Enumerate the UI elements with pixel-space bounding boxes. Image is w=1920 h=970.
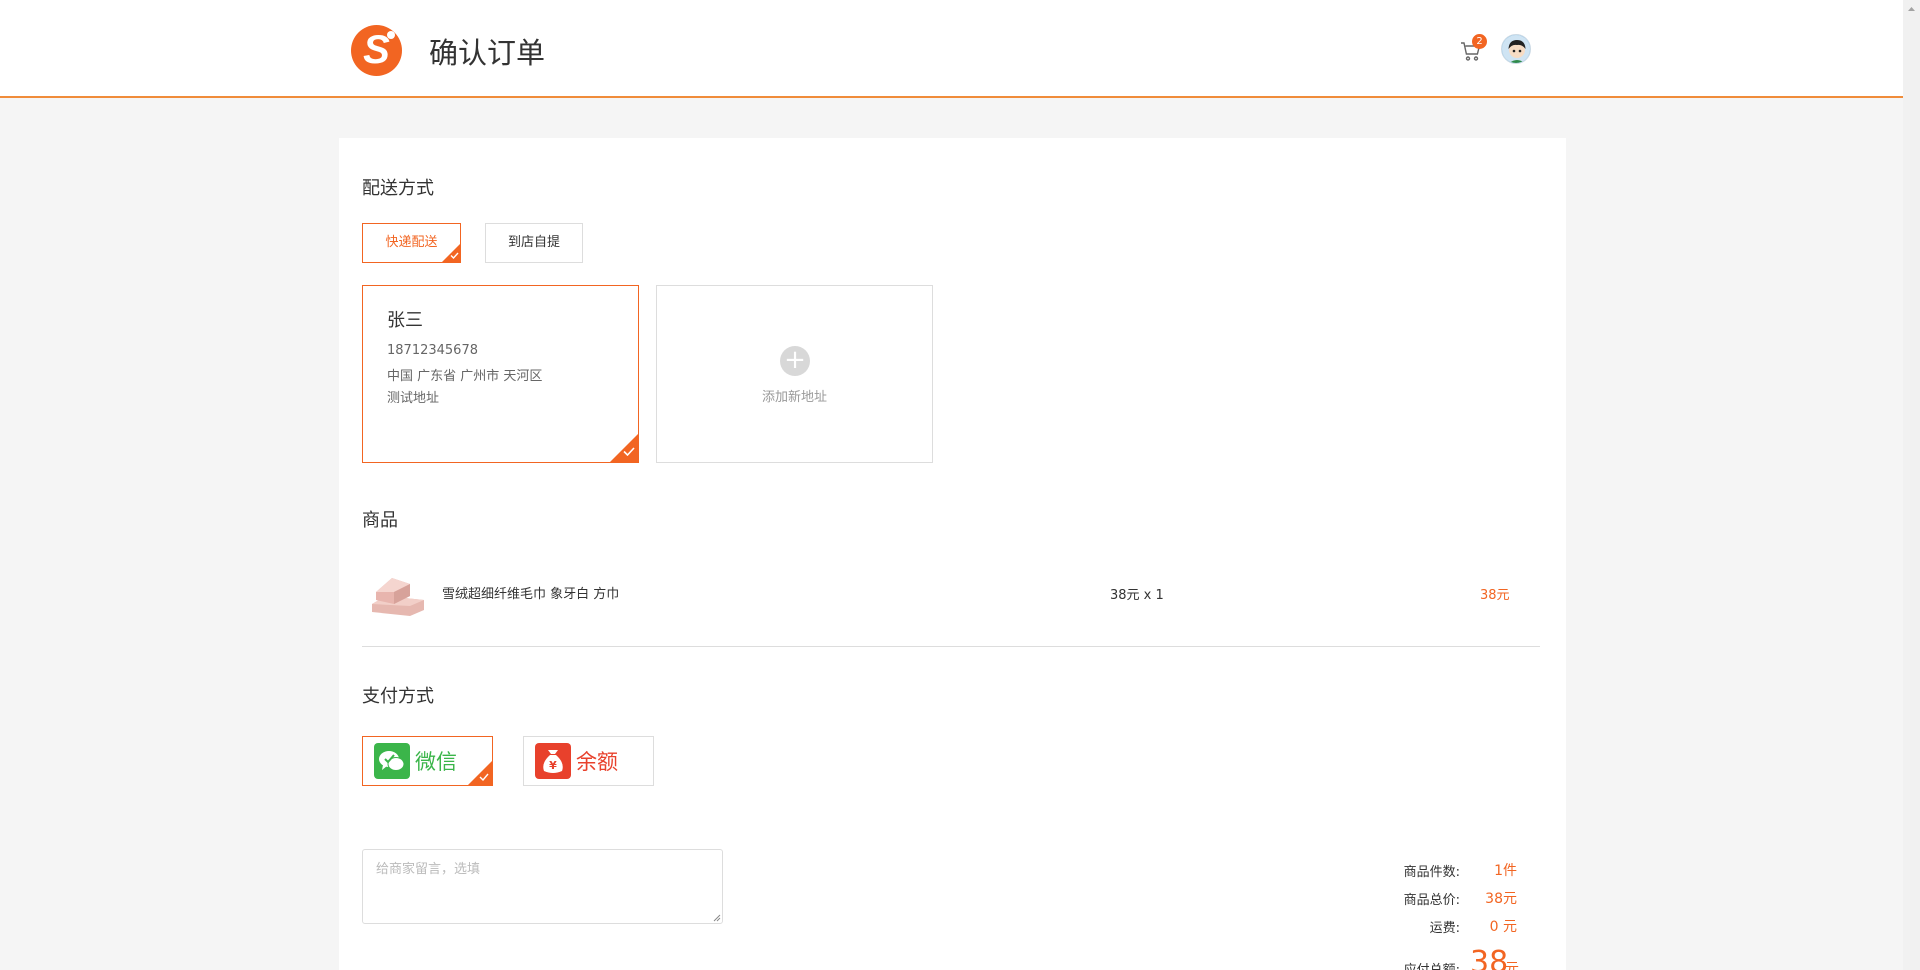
summary-payable-unit: 元 xyxy=(1505,961,1519,970)
add-address-label: 添加新地址 xyxy=(761,390,827,405)
delivery-option-label: 快递配送 xyxy=(385,235,438,250)
product-name: 雪绒超细纤维毛巾 象牙白 方巾 xyxy=(442,587,620,602)
address-detail: 测试地址 xyxy=(387,391,440,406)
svg-text:¥: ¥ xyxy=(549,759,557,772)
summary-count-value: 1件 xyxy=(1494,863,1517,879)
selected-corner xyxy=(468,761,492,785)
address-card-selected[interactable]: 张三 18712345678 中国 广东省 广州市 天河区 测试地址 xyxy=(362,285,639,463)
payment-option-balance[interactable]: ¥ 余额 xyxy=(523,736,654,786)
avatar-icon xyxy=(1502,35,1530,63)
payment-option-wechat[interactable]: 微信 xyxy=(362,736,493,786)
payment-section-title: 支付方式 xyxy=(362,686,434,707)
address-name: 张三 xyxy=(387,310,423,331)
check-icon xyxy=(479,773,489,781)
brand-logo[interactable]: S xyxy=(351,25,402,76)
user-avatar[interactable] xyxy=(1501,34,1531,64)
product-price-qty: 38元 x 1 xyxy=(1110,588,1164,603)
payment-label: 余额 xyxy=(576,750,618,774)
delivery-section-title: 配送方式 xyxy=(362,178,434,199)
page-title: 确认订单 xyxy=(429,36,546,70)
delivery-option-express[interactable]: 快递配送 xyxy=(362,223,461,263)
top-header: S 确认订单 2 xyxy=(0,0,1903,98)
selected-corner xyxy=(610,434,638,462)
delivery-option-label: 到店自提 xyxy=(507,235,560,250)
product-row: 雪绒超细纤维毛巾 象牙白 方巾 38元 x 1 38元 xyxy=(362,560,1540,647)
summary-payable-label: 应付总额: xyxy=(1340,959,1460,970)
selected-corner xyxy=(442,244,460,262)
vertical-scrollbar[interactable] xyxy=(1903,0,1920,970)
product-thumbnail xyxy=(366,566,430,620)
product-subtotal: 38元 xyxy=(1480,588,1510,603)
check-icon xyxy=(450,252,459,259)
cart-count-badge: 2 xyxy=(1472,34,1487,49)
wechat-icon xyxy=(374,743,410,779)
remark-textarea[interactable] xyxy=(362,849,723,924)
money-bag-icon: ¥ xyxy=(535,743,571,779)
summary-price-value: 38元 xyxy=(1485,891,1517,907)
add-address-card[interactable]: + 添加新地址 xyxy=(656,285,933,463)
plus-icon: + xyxy=(780,346,810,376)
logo-dot xyxy=(387,31,395,39)
address-region: 中国 广东省 广州市 天河区 xyxy=(387,369,543,384)
products-section-title: 商品 xyxy=(362,510,398,531)
summary-payable-value: 38 xyxy=(1470,945,1509,970)
resize-grip-icon[interactable] xyxy=(712,913,721,922)
scroll-up-arrow-icon[interactable] xyxy=(1903,3,1920,15)
payment-label: 微信 xyxy=(415,750,457,774)
summary-shipping-value: 0 元 xyxy=(1489,919,1517,935)
address-phone: 18712345678 xyxy=(387,343,478,358)
delivery-option-pickup[interactable]: 到店自提 xyxy=(485,223,583,263)
check-icon xyxy=(623,447,635,456)
